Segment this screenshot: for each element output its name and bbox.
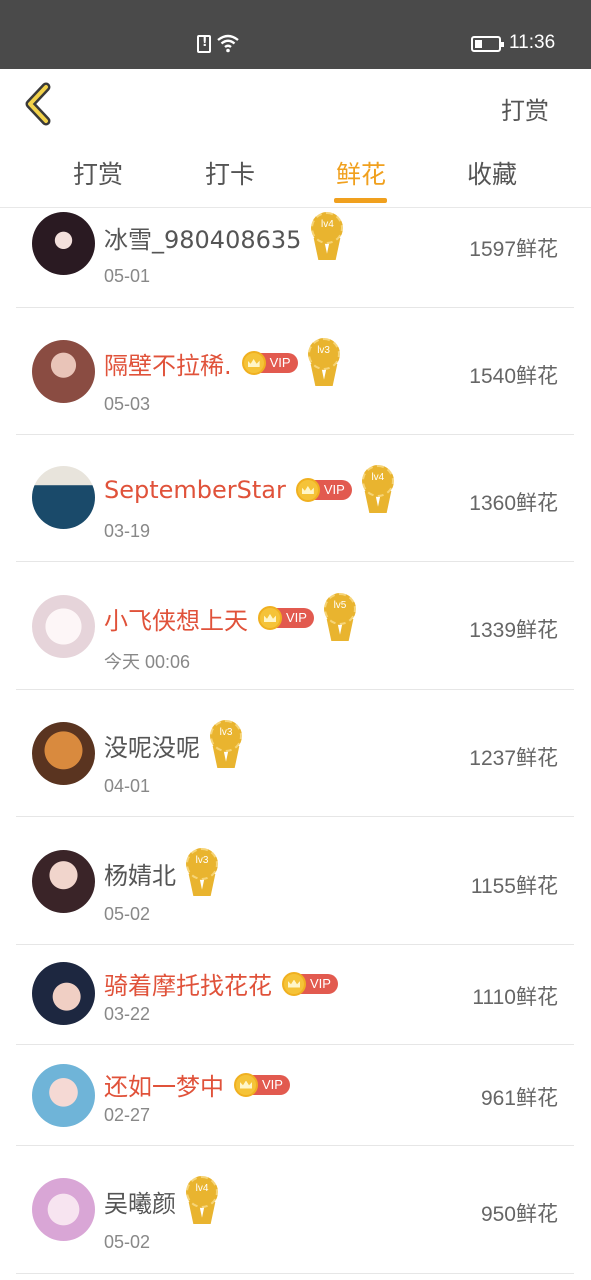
date: 05-01 [104, 266, 151, 286]
tab-reward[interactable]: 打赏 [38, 155, 158, 191]
user-name: 小飞侠想上天 [104, 606, 248, 635]
avatar [32, 340, 95, 403]
list-item[interactable]: 吴曦颜 lv4 05-02 950鲜花 [16, 1146, 574, 1274]
list-item[interactable]: SeptemberStar VIP lv4 03-19 1360鲜花 [16, 435, 574, 562]
crown-icon [295, 478, 320, 502]
level-medal-icon: lv4 [309, 212, 345, 262]
crown-icon [258, 606, 282, 630]
user-name: 杨婧北 [104, 861, 176, 890]
date: 04-01 [104, 776, 151, 796]
name-line: 小飞侠想上天 VIP lv5 [104, 593, 358, 643]
avatar [32, 722, 95, 785]
user-name: 隔壁不拉稀. [104, 351, 232, 380]
avatar [32, 1064, 95, 1127]
vip-badge: VIP [234, 1072, 290, 1097]
date: 02-27 [104, 1105, 151, 1125]
list-item[interactable]: 小飞侠想上天 VIP lv5 今天 00:06 1339鲜花 [16, 562, 574, 690]
flower-count: 1540鲜花 [469, 365, 558, 388]
chevron-left-icon [25, 82, 51, 126]
user-name: 没呢没呢 [104, 733, 200, 762]
name-line: 杨婧北 lv3 [104, 848, 220, 898]
avatar [32, 595, 95, 658]
flower-count: 1110鲜花 [472, 986, 558, 1009]
level-label: lv3 [317, 345, 330, 356]
level-medal-icon: lv3 [306, 338, 342, 388]
list-item[interactable]: 没呢没呢 lv3 04-01 1237鲜花 [16, 690, 574, 817]
status-time: 11:36 [509, 32, 556, 53]
list-item[interactable]: 冰雪_980408635 lv4 05-01 1597鲜花 [16, 208, 574, 308]
list-item[interactable]: 杨婧北 lv3 05-02 1155鲜花 [16, 817, 574, 945]
list-item[interactable]: 骑着摩托找花花 VIP 03-22 1110鲜花 [16, 945, 574, 1045]
vip-badge: VIP [258, 606, 314, 630]
level-label: lv4 [321, 219, 334, 230]
avatar [32, 850, 95, 913]
date: 05-02 [104, 1232, 151, 1252]
name-line: 还如一梦中 VIP [104, 1067, 290, 1102]
vip-badge: VIP [241, 351, 298, 375]
flower-count: 1237鲜花 [469, 747, 558, 770]
level-label: lv5 [333, 600, 347, 611]
name-line: 冰雪_980408635 lv4 [104, 212, 345, 262]
name-line: 吴曦颜 lv4 [104, 1176, 220, 1226]
user-name: SeptemberStar [104, 476, 286, 504]
date: 05-03 [104, 394, 151, 414]
level-label: lv3 [195, 855, 209, 866]
avatar [32, 1178, 95, 1241]
name-line: 没呢没呢 lv3 [104, 720, 244, 770]
flower-count: 1155鲜花 [470, 875, 558, 898]
list-item[interactable]: 隔壁不拉稀. VIP lv3 05-03 1540鲜花 [16, 308, 574, 435]
level-medal-icon: lv4 [184, 1176, 220, 1226]
date: 03-22 [104, 1004, 151, 1024]
battery-icon [471, 36, 504, 52]
tab-checkin[interactable]: 打卡 [170, 155, 290, 191]
status-bar: 11:36 [0, 0, 591, 69]
crown-icon [282, 971, 306, 996]
user-name: 冰雪_980408635 [104, 225, 302, 254]
level-label: lv4 [371, 472, 385, 483]
level-medal-icon: lv3 [208, 720, 244, 770]
crown-icon [234, 1072, 258, 1097]
tab-bar: 打赏 打卡 鲜花 收藏 [0, 141, 591, 208]
vip-badge: VIP [295, 478, 352, 502]
user-name: 还如一梦中 [104, 1073, 224, 1101]
back-button[interactable] [18, 79, 62, 129]
flower-count: 1597鲜花 [469, 238, 558, 261]
level-medal-icon: lv4 [360, 465, 396, 515]
date: 05-02 [104, 904, 151, 924]
flower-count: 961鲜花 [480, 1087, 558, 1110]
tab-favorites[interactable]: 收藏 [432, 155, 552, 191]
level-medal-icon: lv3 [184, 848, 220, 898]
date: 今天 00:06 [104, 652, 191, 672]
avatar [32, 212, 95, 275]
user-name: 骑着摩托找花花 [104, 972, 272, 1000]
sim-alert-icon [197, 35, 211, 53]
avatar [32, 466, 95, 529]
level-label: lv3 [219, 727, 233, 738]
name-line: 骑着摩托找花花 VIP [104, 966, 338, 1001]
wifi-icon [217, 34, 239, 53]
level-medal-icon: lv5 [322, 593, 358, 643]
name-line: 隔壁不拉稀. VIP lv3 [104, 338, 342, 388]
vip-badge: VIP [282, 971, 338, 996]
avatar [32, 962, 95, 1025]
name-line: SeptemberStar VIP lv4 [104, 465, 396, 515]
reward-action-button[interactable]: 打赏 [501, 91, 549, 126]
flower-count: 1360鲜花 [469, 492, 558, 515]
user-name: 吴曦颜 [104, 1189, 176, 1218]
top-bar: 打赏 [0, 69, 591, 141]
tab-flowers[interactable]: 鲜花 [301, 155, 421, 191]
crown-icon [241, 351, 266, 375]
level-label: lv4 [195, 1183, 209, 1194]
flower-count: 950鲜花 [480, 1203, 558, 1226]
date: 03-19 [104, 521, 151, 541]
active-tab-indicator [334, 198, 387, 203]
list-item[interactable]: 还如一梦中 VIP 02-27 961鲜花 [16, 1045, 574, 1146]
flower-count: 1339鲜花 [469, 619, 558, 642]
